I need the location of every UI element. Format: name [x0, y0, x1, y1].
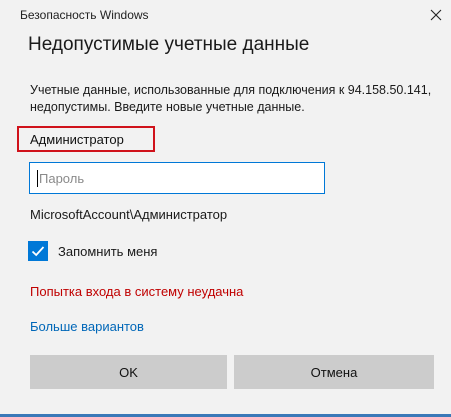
account-name: MicrosoftAccount\Администратор [30, 207, 228, 222]
error-message: Попытка входа в систему неудачна [30, 284, 244, 299]
remember-me-label[interactable]: Запомнить меня [58, 244, 157, 259]
password-input[interactable] [30, 163, 324, 193]
cancel-button[interactable]: Отмена [234, 355, 434, 389]
close-icon [430, 9, 442, 21]
remember-me-checkbox[interactable] [28, 241, 48, 261]
close-button[interactable] [421, 0, 451, 30]
dialog-heading: Недопустимые учетные данные [28, 34, 310, 55]
remember-me-row[interactable]: Запомнить меня [28, 241, 157, 261]
more-options-link[interactable]: Больше вариантов [30, 319, 144, 334]
password-field[interactable] [29, 162, 325, 194]
username-label: Администратор [17, 126, 155, 152]
credentials-dialog: Безопасность Windows Недопустимые учетны… [0, 0, 451, 417]
checkmark-icon [31, 246, 45, 257]
ok-button[interactable]: OK [30, 355, 227, 389]
title-bar: Безопасность Windows [0, 0, 451, 30]
window-title: Безопасность Windows [20, 8, 149, 22]
dialog-description: Учетные данные, использованные для подкл… [30, 83, 432, 114]
text-caret [37, 170, 38, 187]
